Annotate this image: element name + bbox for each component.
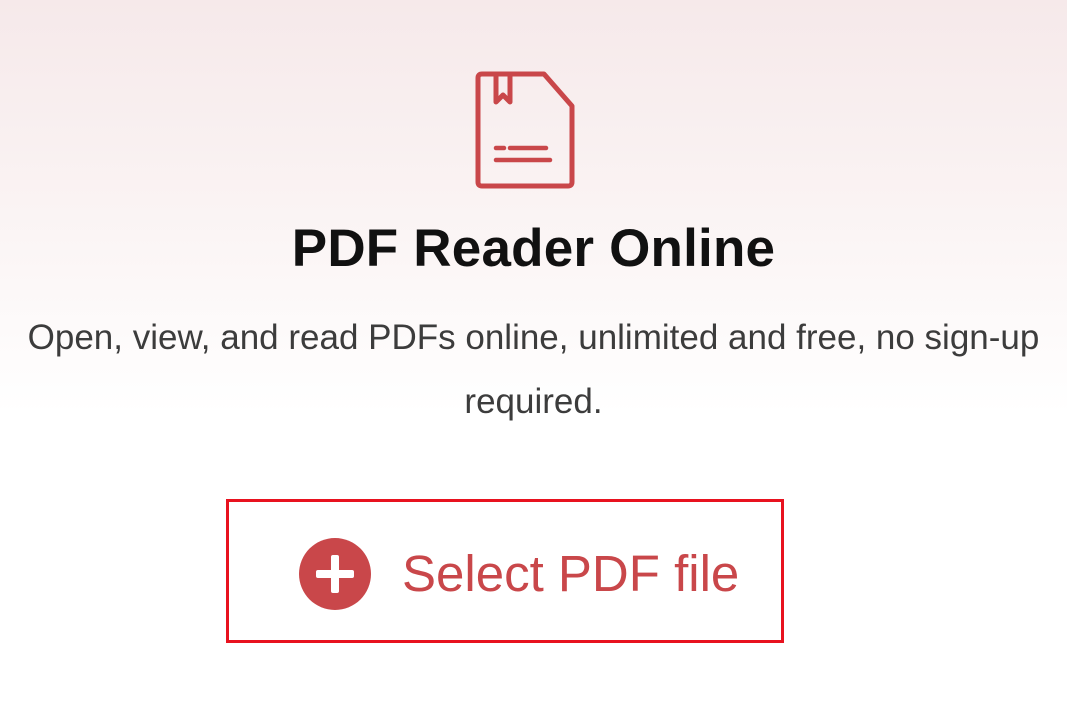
page-title: PDF Reader Online <box>291 219 776 278</box>
page-subtitle: Open, view, and read PDFs online, unlimi… <box>27 318 1040 421</box>
hero-section: PDF Reader Online Open, view, and read P… <box>0 0 1067 714</box>
select-pdf-file-button[interactable]: Select PDF file <box>298 536 739 612</box>
pdf-document-icon <box>475 71 575 189</box>
plus-circle-icon <box>299 538 371 610</box>
select-pdf-file-label: Select PDF file <box>402 545 740 602</box>
